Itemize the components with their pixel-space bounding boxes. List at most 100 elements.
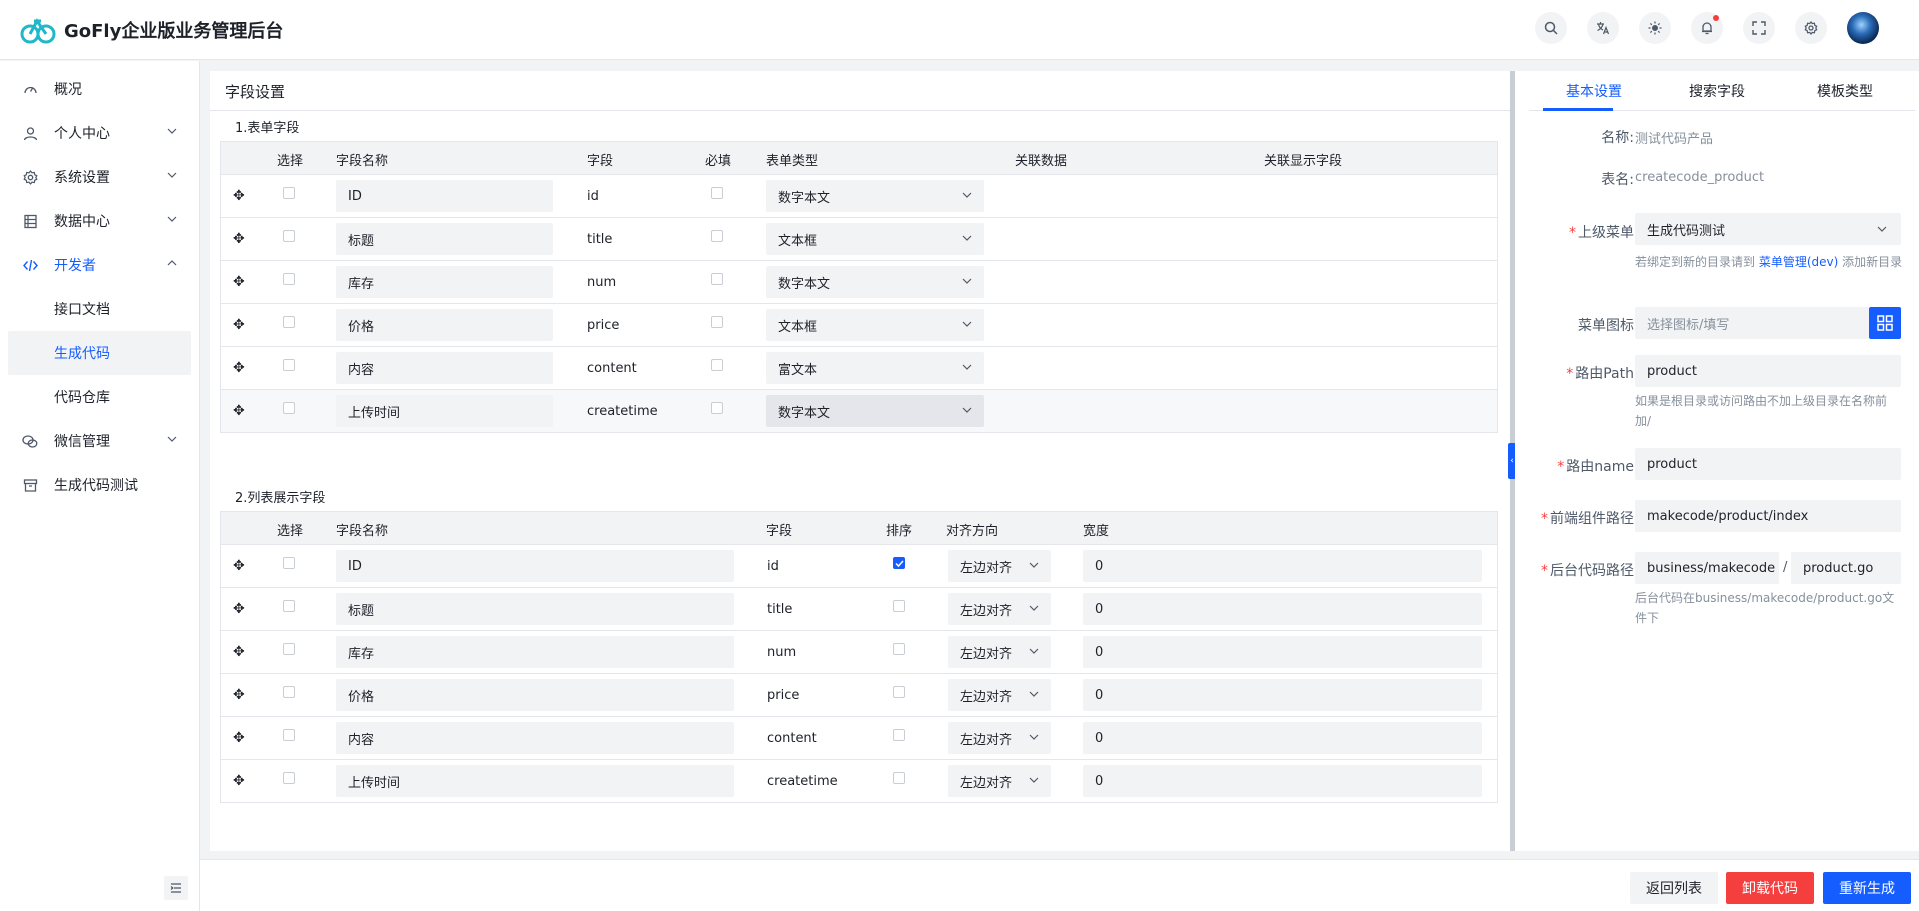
sort-checkbox[interactable] bbox=[893, 674, 905, 716]
drag-handle-icon[interactable]: ✥ bbox=[233, 631, 245, 673]
required-checkbox[interactable] bbox=[711, 261, 723, 303]
settings-icon[interactable] bbox=[1795, 12, 1827, 44]
drag-handle-icon[interactable]: ✥ bbox=[233, 760, 245, 802]
drag-handle-icon[interactable]: ✥ bbox=[233, 717, 245, 759]
select-checkbox[interactable] bbox=[283, 218, 295, 260]
select-checkbox[interactable] bbox=[283, 674, 295, 716]
avatar[interactable] bbox=[1847, 12, 1879, 44]
uninstall-code-button[interactable]: 卸载代码 bbox=[1726, 872, 1814, 904]
required-checkbox[interactable] bbox=[711, 390, 723, 432]
field-name-input[interactable]: 库存 bbox=[336, 636, 734, 668]
form-type-select[interactable]: 数字本文 bbox=[766, 395, 984, 427]
align-select[interactable]: 左边对齐 bbox=[948, 550, 1051, 582]
sidebar-item-data-center[interactable]: 数据中心 bbox=[0, 199, 191, 243]
required-checkbox[interactable] bbox=[711, 304, 723, 346]
required-checkbox[interactable] bbox=[711, 347, 723, 389]
icon-picker-button[interactable] bbox=[1869, 307, 1901, 339]
theme-icon[interactable] bbox=[1639, 12, 1671, 44]
back-to-list-button[interactable]: 返回列表 bbox=[1630, 872, 1718, 904]
form-type-select[interactable]: 文本框 bbox=[766, 223, 984, 255]
select-checkbox[interactable] bbox=[283, 261, 295, 303]
form-type-select[interactable]: 文本框 bbox=[766, 309, 984, 341]
align-select[interactable]: 左边对齐 bbox=[948, 593, 1051, 625]
sort-checkbox[interactable] bbox=[893, 717, 905, 759]
menu-icon-input[interactable]: 选择图标/填写 bbox=[1635, 307, 1869, 339]
field-name-input[interactable]: 内容 bbox=[336, 352, 553, 384]
form-type-select[interactable]: 数字本文 bbox=[766, 266, 984, 298]
drag-handle-icon[interactable]: ✥ bbox=[233, 304, 245, 346]
select-checkbox[interactable] bbox=[283, 347, 295, 389]
select-checkbox[interactable] bbox=[283, 760, 295, 802]
drag-handle-icon[interactable]: ✥ bbox=[233, 588, 245, 630]
tab-search-fields[interactable]: 搜索字段 bbox=[1689, 81, 1745, 101]
field-name-input[interactable]: 库存 bbox=[336, 266, 553, 298]
align-select[interactable]: 左边对齐 bbox=[948, 722, 1051, 754]
field-name-input[interactable]: 标题 bbox=[336, 223, 553, 255]
drag-handle-icon[interactable]: ✥ bbox=[233, 175, 245, 217]
sidebar-item-code-repo[interactable]: 代码仓库 bbox=[0, 375, 199, 419]
sidebar-item-system-settings[interactable]: 系统设置 bbox=[0, 155, 191, 199]
notification-icon[interactable] bbox=[1691, 12, 1723, 44]
sort-checkbox[interactable] bbox=[893, 588, 905, 630]
drag-handle-icon[interactable]: ✥ bbox=[233, 347, 245, 389]
required-checkbox[interactable] bbox=[711, 175, 723, 217]
select-checkbox[interactable] bbox=[283, 304, 295, 346]
align-select[interactable]: 左边对齐 bbox=[948, 765, 1051, 797]
width-input[interactable]: 0 bbox=[1083, 679, 1482, 711]
field-name-input[interactable]: 内容 bbox=[336, 722, 734, 754]
tab-basic-settings[interactable]: 基本设置 bbox=[1566, 81, 1622, 101]
select-checkbox[interactable] bbox=[283, 175, 295, 217]
field-name-input[interactable]: 价格 bbox=[336, 679, 734, 711]
width-input[interactable]: 0 bbox=[1083, 765, 1482, 797]
drag-handle-icon[interactable]: ✥ bbox=[233, 674, 245, 716]
sort-checkbox[interactable] bbox=[893, 760, 905, 802]
sort-checkbox[interactable] bbox=[893, 631, 905, 673]
field-name-input[interactable]: ID bbox=[336, 180, 553, 212]
logo[interactable]: GoFly企业版业务管理后台 bbox=[20, 15, 283, 45]
select-checkbox[interactable] bbox=[283, 717, 295, 759]
select-checkbox[interactable] bbox=[283, 545, 295, 587]
select-checkbox[interactable] bbox=[283, 390, 295, 432]
sidebar-item-api-docs[interactable]: 接口文档 bbox=[0, 287, 199, 331]
sidebar-item-developer[interactable]: 开发者 bbox=[0, 243, 191, 287]
form-type-select[interactable]: 富文本 bbox=[766, 352, 984, 384]
field-name-input[interactable]: 上传时间 bbox=[336, 765, 734, 797]
translate-icon[interactable] bbox=[1587, 12, 1619, 44]
collapse-sidebar-icon[interactable] bbox=[164, 876, 188, 900]
drag-handle-icon[interactable]: ✥ bbox=[233, 390, 245, 432]
route-path-input[interactable]: product bbox=[1635, 355, 1901, 387]
sidebar-item-codegen-test[interactable]: 生成代码测试 bbox=[0, 463, 191, 507]
regenerate-button[interactable]: 重新生成 bbox=[1823, 872, 1911, 904]
backend-dir-input[interactable]: business/makecode bbox=[1635, 552, 1779, 584]
sidebar-item-wechat[interactable]: 微信管理 bbox=[0, 419, 191, 463]
fullscreen-icon[interactable] bbox=[1743, 12, 1775, 44]
search-icon[interactable] bbox=[1535, 12, 1567, 44]
field-name-input[interactable]: 标题 bbox=[336, 593, 734, 625]
field-name-input[interactable]: 上传时间 bbox=[336, 395, 553, 427]
backend-file-input[interactable]: product.go bbox=[1791, 552, 1901, 584]
menu-management-link[interactable]: 菜单管理(dev) bbox=[1759, 255, 1838, 269]
select-checkbox[interactable] bbox=[283, 588, 295, 630]
required-checkbox[interactable] bbox=[711, 218, 723, 260]
sort-checkbox[interactable] bbox=[893, 545, 905, 587]
tab-template-type[interactable]: 模板类型 bbox=[1817, 81, 1873, 101]
field-name-input[interactable]: 价格 bbox=[336, 309, 553, 341]
sidebar-item-generate-code[interactable]: 生成代码 bbox=[8, 331, 191, 375]
sidebar-item-overview[interactable]: 概况 bbox=[0, 67, 191, 111]
align-select[interactable]: 左边对齐 bbox=[948, 679, 1051, 711]
width-input[interactable]: 0 bbox=[1083, 550, 1482, 582]
width-input[interactable]: 0 bbox=[1083, 722, 1482, 754]
form-type-select[interactable]: 数字本文 bbox=[766, 180, 984, 212]
sidebar-item-personal-center[interactable]: 个人中心 bbox=[0, 111, 191, 155]
drag-handle-icon[interactable]: ✥ bbox=[233, 261, 245, 303]
parent-menu-select[interactable]: 生成代码测试 bbox=[1635, 213, 1901, 245]
field-name-input[interactable]: ID bbox=[336, 550, 734, 582]
drag-handle-icon[interactable]: ✥ bbox=[233, 218, 245, 260]
select-checkbox[interactable] bbox=[283, 631, 295, 673]
align-select[interactable]: 左边对齐 bbox=[948, 636, 1051, 668]
route-name-input[interactable]: product bbox=[1635, 448, 1901, 480]
width-input[interactable]: 0 bbox=[1083, 636, 1482, 668]
width-input[interactable]: 0 bbox=[1083, 593, 1482, 625]
drag-handle-icon[interactable]: ✥ bbox=[233, 545, 245, 587]
frontend-path-input[interactable]: makecode/product/index bbox=[1635, 500, 1901, 532]
